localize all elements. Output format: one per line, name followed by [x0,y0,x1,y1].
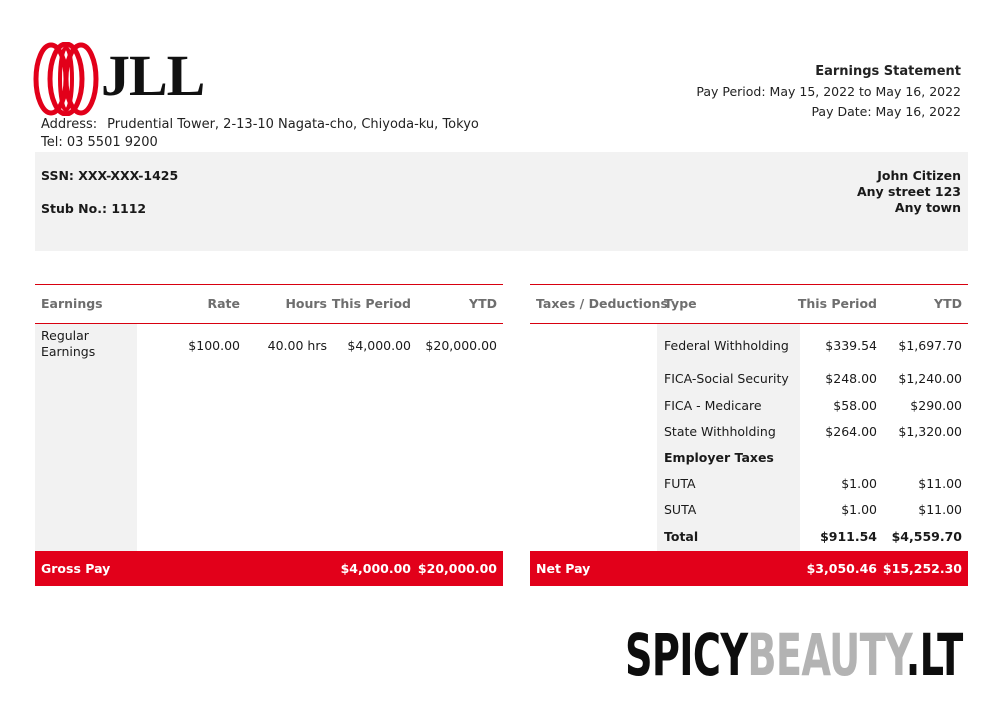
statement-title: Earnings Statement [815,64,961,79]
taxes-header-category: Taxes / Deductions [536,296,668,311]
earnings-row-hours: 40.00 hrs [267,338,327,353]
tax-total-label: Total [664,529,699,544]
earnings-top-rule [35,284,503,285]
tax-section-heading: Employer Taxes [664,450,774,465]
company-logo: JLL [33,42,205,116]
net-pay-period: $3,050.46 [806,561,877,576]
employee-town: Any town [894,200,961,215]
earnings-header-hours: Hours [285,296,327,311]
taxes-header-type: Type [664,296,697,311]
company-address-block: Address: Prudential Tower, 2-13-10 Nagata… [41,116,479,152]
taxes-header-ytd: YTD [934,296,962,311]
tax-row-type: Federal Withholding [664,338,789,353]
tax-row-type: State Withholding [664,424,776,439]
statement-header: Earnings Statement Pay Period: May 15, 2… [696,62,961,122]
watermark: SPICYBEAUTY.LT [625,622,963,688]
company-address: Prudential Tower, 2-13-10 Nagata-cho, Ch… [107,117,479,132]
tax-row-type: FICA - Medicare [664,398,762,413]
employee-info-band: SSN: XXX-XXX-1425 Stub No.: 1112 John Ci… [35,152,968,251]
watermark-part-spicy: SPICY [625,621,748,689]
earnings-header-rate: Rate [207,296,240,311]
net-pay-label: Net Pay [536,561,591,576]
tax-row-type: FUTA [664,476,696,491]
taxes-top-rule [530,284,968,285]
address-label: Address: [41,117,98,132]
tax-row-ytd: $11.00 [918,476,962,491]
earnings-header-name: Earnings [41,296,103,311]
taxes-header-period: This Period [797,296,877,311]
tax-row-ytd: $1,240.00 [898,371,962,386]
earnings-header-period: This Period [331,296,411,311]
gross-pay-period: $4,000.00 [340,561,411,576]
ssn: SSN: XXX-XXX-1425 [41,168,179,183]
tax-row-ytd: $1,697.70 [898,338,962,353]
logo-wordmark: JLL [101,43,205,108]
gross-pay-bar: Gross Pay $4,000.00 $20,000.00 [35,551,503,586]
gross-pay-ytd: $20,000.00 [417,561,497,576]
tax-row-period: $1.00 [841,476,877,491]
earnings-table: Earnings Rate Hours This Period YTD Regu… [35,284,503,587]
jll-rings-icon [33,42,99,116]
tax-row-period: $58.00 [833,398,877,413]
net-pay-ytd: $15,252.30 [882,561,962,576]
net-pay-bar: Net Pay $3,050.46 $15,252.30 [530,551,968,586]
watermark-part-beauty: BEAUTY [747,621,906,689]
tax-row-type: SUTA [664,502,697,517]
employee-name: John Citizen [877,168,961,183]
taxes-table: Taxes / Deductions Type This Period YTD … [530,284,968,587]
earnings-row-period: $4,000.00 [347,338,411,353]
tax-row-period: $264.00 [825,424,877,439]
earnings-header-ytd: YTD [469,296,497,311]
employee-street: Any street 123 [856,184,961,199]
earnings-row-name: Regular Earnings [41,328,96,359]
tax-row-period: $248.00 [825,371,877,386]
tax-row-ytd: $290.00 [910,398,962,413]
tax-row-period: $339.54 [825,338,877,353]
tax-row-ytd: $1,320.00 [898,424,962,439]
company-tel: Tel: 03 5501 9200 [41,135,158,150]
tax-total-period: $911.54 [820,529,877,544]
tax-row-ytd: $11.00 [918,502,962,517]
stub-number: Stub No.: 1112 [41,201,147,216]
earnings-row-ytd: $20,000.00 [425,338,497,353]
pay-date: Pay Date: May 16, 2022 [811,104,961,119]
tax-row-period: $1.00 [841,502,877,517]
tax-row-type: FICA-Social Security [664,371,789,386]
gross-pay-label: Gross Pay [41,561,111,576]
tax-total-ytd: $4,559.70 [891,529,962,544]
pay-period: Pay Period: May 15, 2022 to May 16, 2022 [696,84,961,99]
watermark-part-lt: .LT [905,621,963,689]
earnings-row-rate: $100.00 [188,338,240,353]
